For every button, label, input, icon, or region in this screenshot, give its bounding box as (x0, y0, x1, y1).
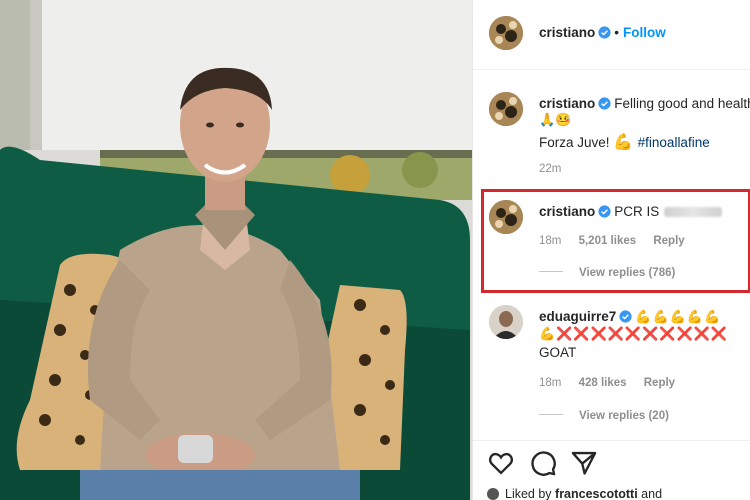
avatar-image (489, 92, 523, 126)
flex-emoji: 💪 (613, 134, 634, 151)
caption-line2: Forza Juve! 💪 #finoallafine (539, 132, 710, 152)
author-avatar[interactable] (489, 16, 523, 50)
comment2-likes[interactable]: 428 likes (579, 377, 627, 389)
verified-badge-icon (598, 26, 611, 39)
heart-icon[interactable] (487, 449, 515, 477)
verified-badge-icon (598, 97, 611, 110)
photo-illustration (0, 0, 472, 500)
caption-time: 22m (539, 163, 562, 175)
comment2-view-replies[interactable]: View replies (20) (539, 410, 669, 422)
avatar-image (489, 16, 523, 50)
send-icon[interactable] (570, 449, 598, 477)
liked-by-suffix: and (637, 487, 663, 500)
hashtag-link[interactable]: #finoallafine (638, 135, 710, 150)
caption-username[interactable]: cristiano (539, 96, 595, 111)
comment2-avatar[interactable] (489, 305, 523, 339)
comment2-line: eduaguirre7 💪💪💪💪💪 (539, 308, 721, 326)
verified-badge-icon (619, 310, 632, 323)
highlight-box (481, 189, 750, 293)
comment-icon[interactable] (529, 449, 557, 477)
comment2-meta: 18m 428 likes Reply (539, 377, 675, 389)
liked-by-user[interactable]: francescototti (555, 487, 638, 500)
caption-line1: cristiano Felling good and healthy (539, 95, 750, 113)
comment2-reply-button[interactable]: Reply (644, 377, 675, 389)
action-bar: Liked by francescototti and (473, 440, 750, 500)
post-photo[interactable] (0, 0, 472, 500)
caption-avatar[interactable] (489, 92, 523, 126)
liked-by-prefix: Liked by (505, 487, 556, 500)
comment2-username[interactable]: eduaguirre7 (539, 309, 616, 324)
comment2-emojis-2: 💪❌❌❌❌❌❌❌❌❌❌ (539, 326, 729, 341)
caption-text-2: Forza Juve! (539, 135, 614, 150)
avatar-image (489, 305, 523, 339)
caption-emojis: 🙏🤒 (539, 112, 572, 127)
header-separator: • (614, 25, 620, 40)
comment2-text: GOAT (539, 345, 577, 360)
comment2-emojis-1: 💪💪💪💪💪 (635, 309, 722, 324)
caption-text: Felling good and healthy (614, 96, 750, 111)
liked-by: Liked by francescototti and (487, 487, 662, 500)
liker-avatar (487, 488, 499, 500)
post-header: cristiano • Follow (473, 0, 750, 70)
comment2-time: 18m (539, 377, 562, 389)
author-username[interactable]: cristiano (539, 25, 595, 40)
follow-button[interactable]: Follow (623, 25, 666, 40)
replies-divider (539, 414, 563, 415)
view-replies-label: View replies (20) (579, 410, 669, 422)
